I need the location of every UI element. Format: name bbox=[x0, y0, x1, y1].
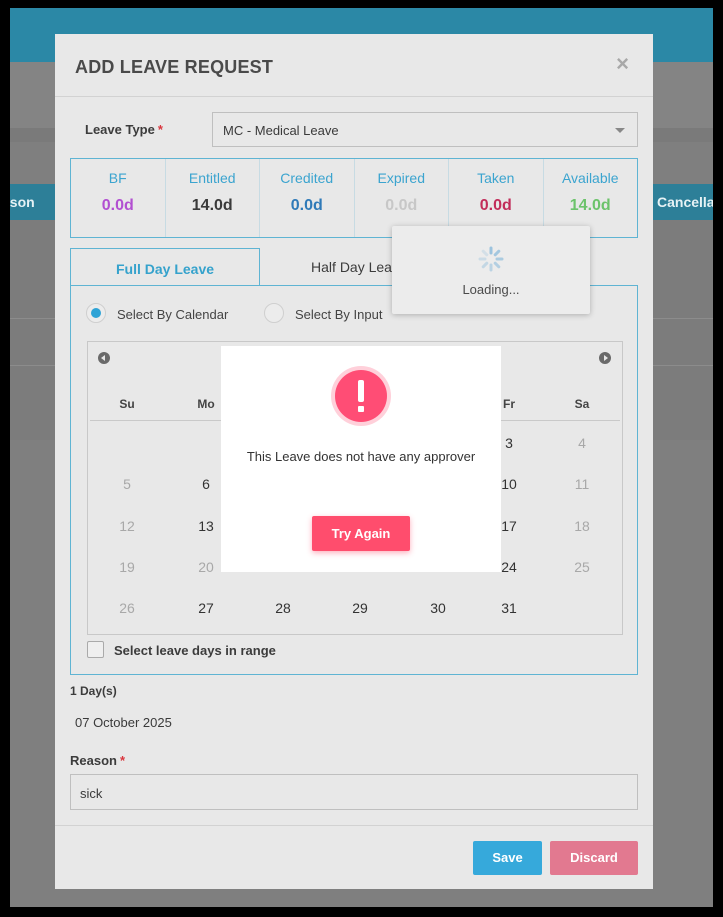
calendar-day[interactable]: 31 bbox=[479, 600, 539, 616]
calendar-day[interactable]: 27 bbox=[176, 600, 236, 616]
leave-type-label: Leave Type * bbox=[85, 122, 163, 137]
reason-label: Reason * bbox=[70, 753, 126, 768]
calendar-day[interactable]: 30 bbox=[408, 600, 468, 616]
calendar-day[interactable]: 25 bbox=[552, 559, 612, 575]
table-header-reason: ason bbox=[10, 194, 35, 210]
weekday-su: Su bbox=[119, 397, 135, 411]
balance-entitled: Entitled 14.0d bbox=[166, 159, 260, 237]
select-by-input-radio[interactable] bbox=[264, 303, 284, 323]
modal-footer-divider bbox=[55, 825, 653, 826]
calendar-day[interactable]: 4 bbox=[552, 435, 612, 451]
select-by-calendar-label[interactable]: Select By Calendar bbox=[117, 307, 228, 322]
alert-message: This Leave does not have any approver bbox=[246, 449, 476, 464]
save-button[interactable]: Save bbox=[473, 841, 542, 875]
modal-title: ADD LEAVE REQUEST bbox=[75, 57, 274, 77]
table-header-cancellation: Cancella bbox=[657, 194, 713, 210]
days-count: 1 Day(s) bbox=[70, 684, 117, 698]
discard-button[interactable]: Discard bbox=[550, 841, 638, 875]
calendar-day[interactable]: 12 bbox=[97, 518, 157, 534]
calendar-day[interactable]: 11 bbox=[552, 476, 612, 492]
try-again-button[interactable]: Try Again bbox=[312, 516, 410, 551]
exclamation-icon bbox=[331, 366, 391, 426]
balance-bf: BF 0.0d bbox=[71, 159, 166, 237]
select-by-input-label[interactable]: Select By Input bbox=[295, 307, 382, 322]
calendar-prev-icon[interactable] bbox=[98, 352, 110, 364]
calendar-day[interactable]: 28 bbox=[253, 600, 313, 616]
tab-full-day-leave[interactable]: Full Day Leave bbox=[70, 248, 260, 286]
select-range-label[interactable]: Select leave days in range bbox=[114, 643, 276, 658]
chevron-down-icon bbox=[615, 128, 625, 133]
spinner-icon bbox=[478, 246, 504, 272]
loading-popup: Loading... bbox=[392, 226, 590, 314]
close-icon[interactable]: × bbox=[616, 53, 629, 75]
calendar-day[interactable]: 18 bbox=[552, 518, 612, 534]
calendar-day[interactable]: 5 bbox=[97, 476, 157, 492]
leave-type-value: MC - Medical Leave bbox=[223, 123, 339, 138]
select-by-calendar-radio[interactable] bbox=[86, 303, 106, 323]
select-range-checkbox[interactable] bbox=[87, 641, 104, 658]
calendar-day[interactable]: 19 bbox=[97, 559, 157, 575]
calendar-day[interactable]: 26 bbox=[97, 600, 157, 616]
loading-text: Loading... bbox=[462, 282, 520, 297]
calendar-day[interactable]: 29 bbox=[330, 600, 390, 616]
balance-credited: Credited 0.0d bbox=[260, 159, 355, 237]
selected-date: 07 October 2025 bbox=[75, 715, 172, 730]
modal-header: ADD LEAVE REQUEST × bbox=[55, 34, 653, 97]
calendar-next-icon[interactable] bbox=[599, 352, 611, 364]
no-approver-alert: This Leave does not have any approver Tr… bbox=[221, 346, 501, 572]
leave-type-select[interactable]: MC - Medical Leave bbox=[212, 112, 638, 147]
reason-input[interactable]: sick bbox=[70, 774, 638, 810]
weekday-sa: Sa bbox=[574, 397, 590, 411]
